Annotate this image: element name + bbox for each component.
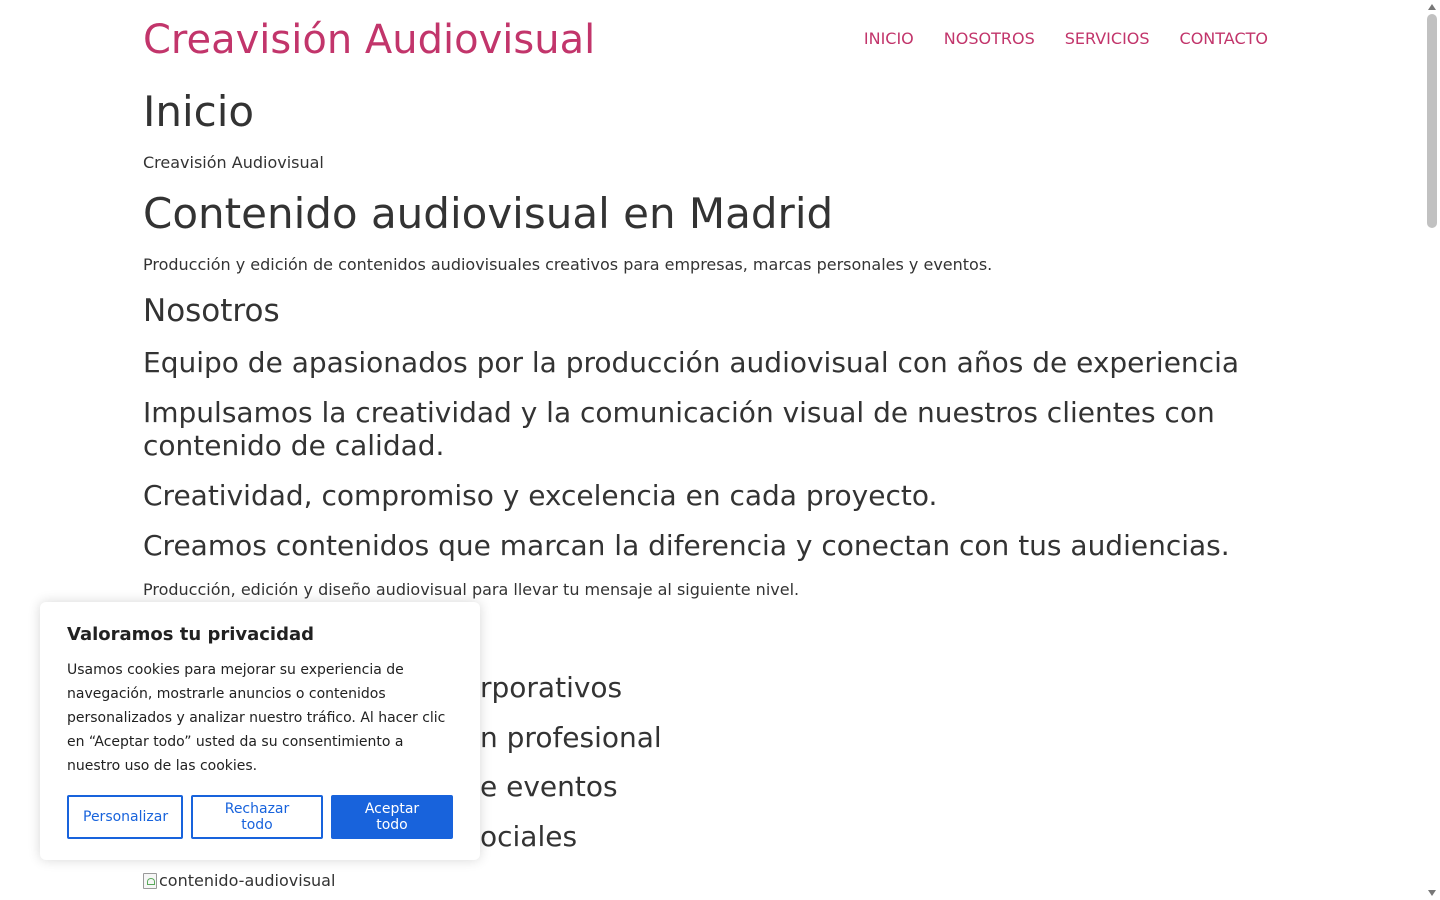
hero-description: Producción y edición de contenidos audio… [143, 255, 993, 274]
nav-nosotros[interactable]: NOSOTROS [944, 29, 1035, 49]
cookie-actions: Personalizar Rechazar todo Aceptar todo [67, 795, 453, 839]
image-alt-text: contenido-audiovisual [159, 871, 336, 890]
about-title: Nosotros [143, 293, 280, 329]
about-heading-team: Equipo de apasionados por la producción … [143, 346, 1240, 379]
main-navigation: INICIO NOSOTROS SERVICIOS CONTACTO [864, 29, 1268, 49]
service-item-social: ociales [480, 820, 578, 853]
service-item-professional: n profesional [480, 721, 662, 754]
about-heading-audiences: Creamos contenidos que marcan la diferen… [143, 529, 1230, 562]
about-heading-values: Creatividad, compromiso y excelencia en … [143, 479, 938, 512]
scroll-down-icon[interactable] [1428, 890, 1436, 896]
cookie-title: Valoramos tu privacidad [67, 624, 315, 645]
about-description: Producción, edición y diseño audiovisual… [143, 580, 800, 599]
scrollbar-thumb[interactable] [1427, 14, 1437, 228]
nav-servicios[interactable]: SERVICIOS [1065, 29, 1150, 49]
page-title: Inicio [143, 87, 255, 136]
cookie-consent-banner: Valoramos tu privacidad Usamos cookies p… [40, 602, 480, 860]
site-subtitle: Creavisión Audiovisual [143, 153, 324, 172]
hero-title: Contenido audiovisual en Madrid [143, 189, 834, 238]
cookie-description: Usamos cookies para mejorar su experienc… [67, 662, 446, 774]
nav-contacto[interactable]: CONTACTO [1180, 29, 1268, 49]
customize-cookies-button[interactable]: Personalizar [67, 795, 183, 839]
nav-inicio[interactable]: INICIO [864, 29, 914, 49]
vertical-scrollbar[interactable] [1424, 0, 1440, 900]
scroll-up-icon[interactable] [1428, 4, 1436, 10]
accept-cookies-button[interactable]: Aceptar todo [331, 795, 453, 839]
site-title-link[interactable]: Creavisión Audiovisual [143, 16, 595, 64]
about-heading-creativity: Impulsamos la creatividad y la comunicac… [143, 396, 1215, 462]
service-item-corporate: rporativos [480, 671, 623, 704]
reject-cookies-button[interactable]: Rechazar todo [191, 795, 323, 839]
content-image-placeholder: contenido-audiovisual [143, 871, 335, 891]
broken-image-icon [143, 873, 157, 889]
site-header: Creavisión Audiovisual INICIO NOSOTROS S… [143, 0, 1268, 80]
service-item-events: e eventos [480, 770, 618, 803]
